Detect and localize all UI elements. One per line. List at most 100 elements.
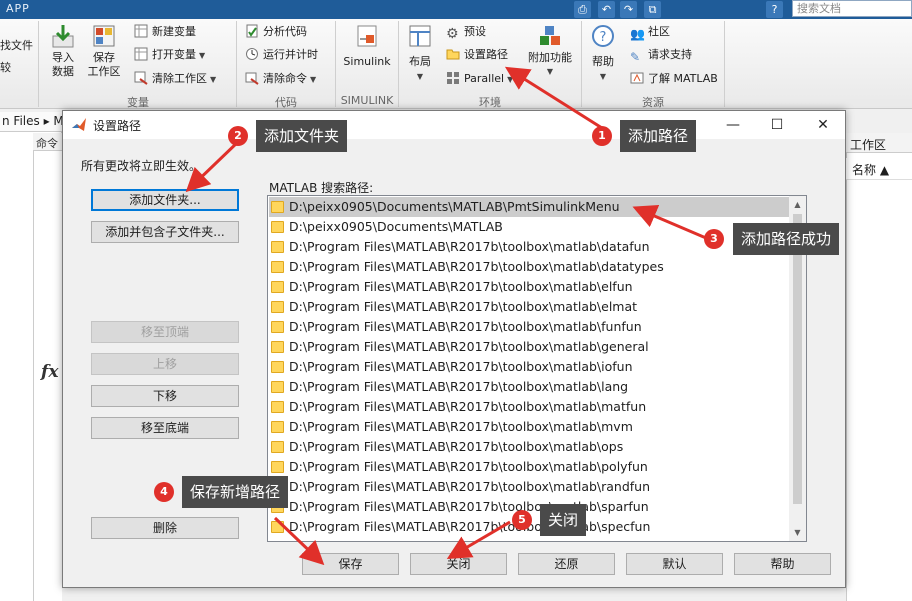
help-label: 帮助: [592, 55, 614, 68]
folder-icon: [271, 381, 284, 393]
move-down-button[interactable]: 下移: [91, 385, 239, 407]
import-data-label: 导入 数据: [52, 51, 74, 78]
search-path-row[interactable]: D:\Program Files\MATLAB\R2017b\toolbox\m…: [269, 437, 789, 457]
remove-button[interactable]: 删除: [91, 517, 239, 539]
addons-button[interactable]: 附加功能 ▼: [526, 23, 574, 79]
section-label-variable: 变量: [127, 96, 149, 109]
save-workspace-label: 保存 工作区: [87, 51, 121, 78]
switch-window-icon[interactable]: ⧉: [644, 1, 661, 18]
scrollbar-thumb[interactable]: [793, 214, 802, 504]
chevron-down-icon[interactable]: ▼: [600, 72, 606, 81]
search-path-row[interactable]: D:\Program Files\MATLAB\R2017b\toolbox\m…: [269, 417, 789, 437]
chevron-down-icon[interactable]: ▼: [507, 75, 513, 84]
scroll-down-icon[interactable]: ▼: [789, 524, 806, 541]
section-label-resources: 资源: [642, 96, 664, 109]
set-path-button[interactable]: 设置路径: [446, 46, 508, 64]
search-path-text: D:\peixx0905\Documents\MATLAB\PmtSimulin…: [289, 199, 620, 214]
revert-button[interactable]: 还原: [518, 553, 615, 575]
workspace-name-column-header[interactable]: 名称 ▲: [846, 158, 912, 180]
search-path-row[interactable]: D:\Program Files\MATLAB\R2017b\toolbox\m…: [269, 257, 789, 277]
run-and-time-button[interactable]: 运行并计时: [245, 46, 318, 64]
search-path-row[interactable]: D:\Program Files\MATLAB\R2017b\toolbox\m…: [269, 277, 789, 297]
close-icon[interactable]: ✕: [801, 113, 845, 137]
help-question-icon[interactable]: ?: [766, 1, 783, 18]
dialog-titlebar[interactable]: 设置路径 — ☐ ✕: [63, 111, 845, 139]
folder-icon: [271, 301, 284, 313]
help-button[interactable]: ? 帮助 ▼: [588, 23, 618, 84]
move-to-bottom-button[interactable]: 移至底端: [91, 417, 239, 439]
search-path-row[interactable]: D:\Program Files\MATLAB\R2017b\toolbox\m…: [269, 317, 789, 337]
search-path-row[interactable]: D:\Program Files\MATLAB\R2017b\toolbox\m…: [269, 377, 789, 397]
search-path-list[interactable]: D:\peixx0905\Documents\MATLAB\PmtSimulin…: [267, 195, 807, 542]
simulink-label: Simulink: [343, 55, 391, 68]
find-files-button[interactable]: 找文件: [0, 37, 33, 55]
save-button[interactable]: 保存: [302, 553, 399, 575]
close-button[interactable]: 关闭: [410, 553, 507, 575]
minimize-icon[interactable]: —: [711, 113, 755, 137]
compare-button[interactable]: 较: [0, 59, 11, 77]
search-path-row[interactable]: D:\Program Files\MATLAB\R2017b\toolbox\m…: [269, 297, 789, 317]
fx-prompt-icon: fx: [41, 362, 59, 382]
community-button[interactable]: 👥 社区: [630, 23, 670, 41]
annotation-label-3: 添加路径成功: [733, 223, 840, 255]
dialog-note: 所有更改将立即生效。: [81, 159, 202, 173]
chevron-down-icon[interactable]: ▼: [199, 51, 205, 60]
preferences-button[interactable]: ⚙ 预设: [446, 23, 486, 41]
search-documentation-input[interactable]: 搜索文档: [792, 0, 912, 17]
annotation-label-5: 关闭: [540, 504, 587, 536]
chevron-down-icon[interactable]: ▼: [310, 75, 316, 84]
default-button[interactable]: 默认: [626, 553, 723, 575]
import-data-button[interactable]: 导入 数据: [46, 23, 80, 79]
open-variable-icon: [134, 47, 148, 61]
move-to-top-button[interactable]: 移至顶端: [91, 321, 239, 343]
search-path-text: D:\Program Files\MATLAB\R2017b\toolbox\m…: [289, 379, 629, 394]
search-path-row[interactable]: D:\Program Files\MATLAB\R2017b\toolbox\m…: [269, 357, 789, 377]
chevron-down-icon[interactable]: ▼: [526, 65, 574, 79]
folder-icon: [271, 401, 284, 413]
search-path-row[interactable]: D:\Program Files\MATLAB\R2017b\toolbox\m…: [269, 397, 789, 417]
search-path-text: D:\Program Files\MATLAB\R2017b\toolbox\m…: [289, 319, 642, 334]
search-path-row[interactable]: D:\peixx0905\Documents\MATLAB\PmtSimulin…: [269, 197, 789, 217]
redo-icon[interactable]: ↷: [620, 1, 637, 18]
search-path-row[interactable]: D:\Program Files\MATLAB\R2017b\toolbox\m…: [269, 457, 789, 477]
chevron-down-icon[interactable]: ▼: [210, 75, 216, 84]
new-variable-button[interactable]: 新建变量: [134, 23, 196, 41]
search-path-row[interactable]: D:\Program Files\MATLAB\R2017b\toolbox\m…: [269, 477, 789, 497]
separator: [38, 21, 39, 107]
parallel-button[interactable]: Parallel ▼: [446, 70, 513, 88]
simulink-button[interactable]: Simulink: [342, 23, 392, 69]
analyze-code-button[interactable]: 分析代码: [245, 23, 307, 41]
address-bar[interactable]: n Files ▸ M: [0, 112, 62, 132]
undo-icon[interactable]: ↶: [598, 1, 615, 18]
open-variable-button[interactable]: 打开变量 ▼: [134, 46, 205, 64]
learn-matlab-button[interactable]: 了解 MATLAB: [630, 70, 718, 88]
new-variable-label: 新建变量: [152, 25, 196, 38]
top-bar: APP ⎙ ↶ ↷ ⧉ ? 搜索文档: [0, 0, 912, 19]
ribbon-toolstrip: 找文件 较 导入 数据 保存 工作区 新建变量 打开变量 ▼ 清除工作区 ▼ 变量 …: [0, 19, 912, 109]
clear-workspace-button[interactable]: 清除工作区 ▼: [134, 70, 216, 88]
clear-commands-button[interactable]: 清除命令 ▼: [245, 70, 316, 88]
search-path-text: D:\Program Files\MATLAB\R2017b\toolbox\m…: [289, 359, 633, 374]
analyze-code-icon: [246, 24, 258, 38]
add-folder-button[interactable]: 添加文件夹...: [91, 189, 239, 211]
matlab-logo-icon: [72, 118, 86, 131]
shortcut-icon[interactable]: ⎙: [574, 1, 591, 18]
clear-commands-icon: [245, 72, 259, 85]
chevron-down-icon[interactable]: ▼: [417, 72, 423, 81]
scroll-up-icon[interactable]: ▲: [789, 196, 806, 213]
layout-button[interactable]: 布局 ▼: [404, 23, 436, 84]
add-with-subfolders-button[interactable]: 添加并包含子文件夹...: [91, 221, 239, 243]
save-workspace-button[interactable]: 保存 工作区: [86, 23, 122, 79]
annotation-label-2: 添加文件夹: [256, 120, 348, 152]
analyze-code-label: 分析代码: [263, 25, 307, 38]
maximize-icon[interactable]: ☐: [755, 113, 799, 137]
move-up-button[interactable]: 上移: [91, 353, 239, 375]
request-support-button[interactable]: ✎ 请求支持: [630, 46, 692, 64]
search-path-label: MATLAB 搜索路径:: [269, 181, 374, 195]
preferences-label: 预设: [464, 25, 486, 38]
dialog-help-button[interactable]: 帮助: [734, 553, 831, 575]
app-tab[interactable]: APP: [0, 0, 36, 19]
run-and-time-icon: [246, 48, 258, 60]
search-path-text: D:\Program Files\MATLAB\R2017b\toolbox\m…: [289, 479, 651, 494]
search-path-row[interactable]: D:\Program Files\MATLAB\R2017b\toolbox\m…: [269, 337, 789, 357]
